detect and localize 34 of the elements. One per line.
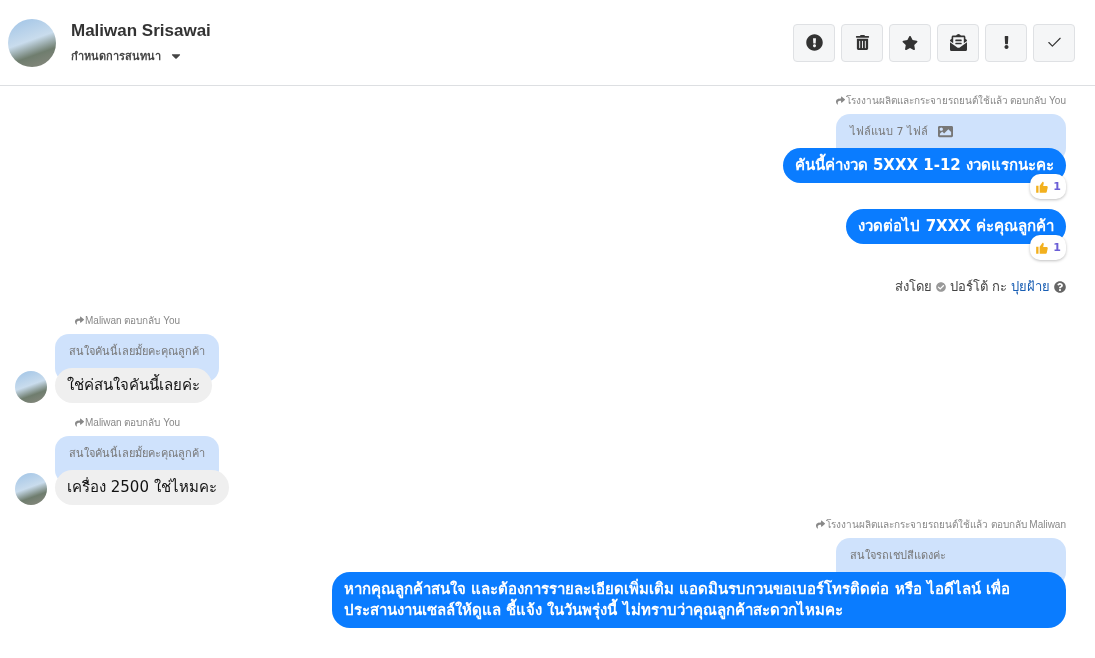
help-icon[interactable] [1054, 280, 1066, 293]
delete-button[interactable] [841, 23, 883, 62]
reply-label: โรงงานผลิตและกระจายรถยนต์ใช้แล้ว ตอบกลับ Maliwan [815, 517, 1066, 532]
envelope-icon [949, 34, 967, 51]
trash-icon [854, 35, 870, 50]
avatar [8, 18, 56, 67]
conversation-settings-dropdown[interactable]: กำหนดการสนทนา [71, 46, 183, 65]
alert-button[interactable] [793, 23, 835, 62]
sender-name: ปอร์โต้ กะ [949, 278, 1007, 296]
alert-icon [805, 34, 823, 51]
reply-label: Maliwan ตอบกลับ You [75, 415, 181, 430]
avatar [15, 473, 47, 505]
sent-by-label: ส่งโดย [894, 278, 932, 296]
sender-link[interactable]: ปุยฝ้าย [1011, 276, 1050, 297]
thumbs-up-icon [1035, 179, 1050, 194]
avatar [15, 371, 47, 403]
message-bubble: หากคุณลูกค้าสนใจ และต้องการรายละเอียดเพิ่มเติม แอดมินรบกวนขอเบอร์โทรติดต่อ หรือ ไอดีไลน์ เพื่อ ประสานงานเซลล์ให้ดูแล ชี้แจ้ง ในวันพรุ่งนี้ ไม่ทราบว่าคุณลูกค้าสะดวกไหมคะ [332, 572, 1066, 628]
thumbs-up-icon [1035, 240, 1050, 255]
reply-label: Maliwan ตอบกลับ You [75, 313, 181, 328]
star-icon [902, 34, 918, 51]
reaction-badge: 1 [1030, 235, 1066, 260]
share-icon [835, 96, 845, 105]
message-bubble: ใช่ค่สนใจคันนี้เลยค่ะ [55, 368, 212, 403]
check-button[interactable] [1033, 23, 1075, 62]
star-button[interactable] [889, 23, 931, 62]
contact-name: Maliwan Srisawai [71, 20, 212, 41]
share-icon [815, 520, 825, 529]
envelope-button[interactable] [937, 23, 979, 62]
share-icon [75, 316, 84, 325]
share-icon [75, 418, 84, 427]
exclamation-button[interactable] [985, 23, 1027, 62]
reply-label: โรงงานผลิตและกระจายรถยนต์ใช้แล้ว ตอบกลับ You [835, 93, 1066, 108]
message-bubble: เครื่อง 2500 ใช่ไหมคะ [55, 470, 229, 505]
reaction-badge: 1 [1030, 174, 1066, 199]
